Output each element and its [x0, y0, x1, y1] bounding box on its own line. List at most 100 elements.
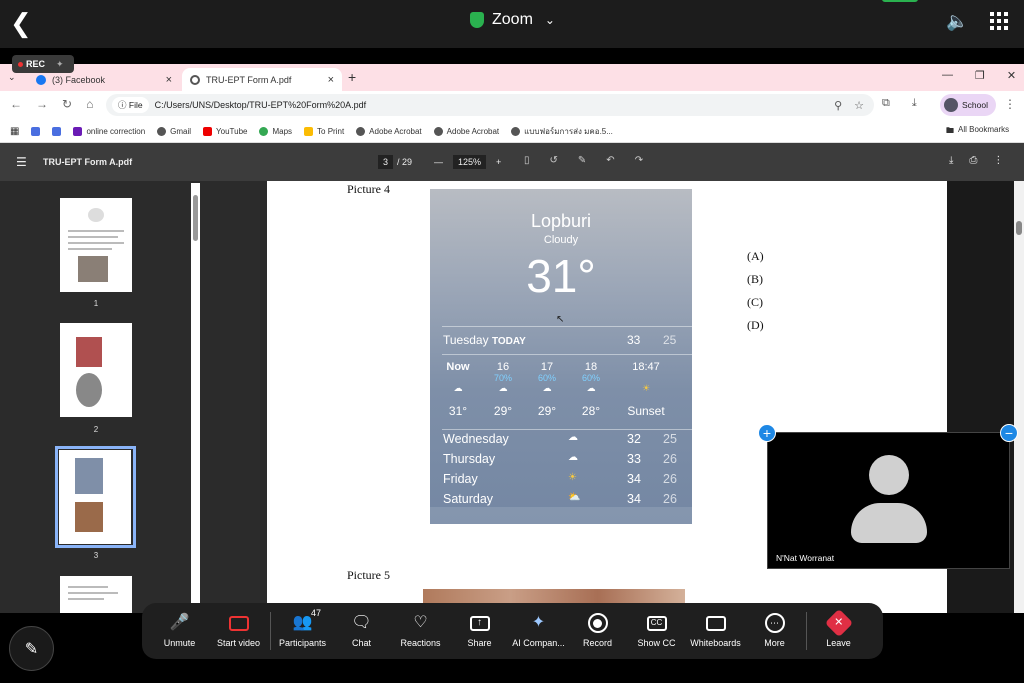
annotate-pencil-icon[interactable]: ✎ — [9, 626, 54, 671]
pdf-toolbar: ☰ TRU-EPT Form A.pdf 3 / 29 — 125% + ▯ ↺… — [0, 143, 1024, 181]
hamburger-menu-icon[interactable]: ☰ — [16, 155, 27, 169]
download-icon[interactable]: ⤓ — [912, 97, 917, 110]
bookmark-item[interactable] — [31, 127, 41, 136]
window-controls: — ❐ ✕ — [942, 69, 1016, 82]
address-bar[interactable]: ⓘ File C:/Users/UNS/Desktop/TRU-EPT%20Fo… — [106, 94, 874, 116]
print-icon[interactable]: ⎙ — [969, 155, 977, 166]
expand-video-icon[interactable]: + — [758, 424, 776, 442]
share-button[interactable]: ↑ Share — [450, 614, 509, 648]
close-icon[interactable]: × — [328, 74, 334, 86]
unmute-button[interactable]: 🎤 Unmute — [150, 614, 209, 648]
pdf-right-tools: ⤓ ⎙ ⋮ — [949, 155, 1003, 166]
bookmark-item[interactable]: YouTube — [203, 127, 247, 136]
participants-button[interactable]: 👥 47 Participants — [273, 608, 332, 648]
chat-button[interactable]: 🗨 Chat — [332, 614, 391, 648]
cc-icon: CC — [646, 614, 667, 632]
bookmark-item[interactable]: แบบฟอร์มการส่ง มคอ.5... — [511, 125, 613, 138]
bookmark-item[interactable]: Maps — [259, 127, 292, 136]
grid-view-icon[interactable] — [990, 12, 1008, 30]
nav-buttons: ← → ↻ ⌂ — [10, 97, 93, 111]
zoom-level[interactable]: 125% — [453, 155, 487, 169]
restore-icon[interactable]: ❐ — [975, 69, 985, 82]
page-thumbnail[interactable] — [60, 323, 132, 417]
meeting-controls: 🎤 Unmute Start video 👥 47 Participants 🗨… — [142, 603, 883, 659]
more-dots-icon: ⋯ — [764, 613, 785, 633]
divider — [442, 326, 692, 327]
zoom-lens-icon[interactable]: ⚲ — [834, 99, 842, 112]
extensions-icon[interactable]: ⧉ — [882, 97, 890, 110]
tab-label: TRU-EPT Form A.pdf — [206, 74, 292, 85]
weather-condition: Cloudy — [543, 234, 579, 246]
new-tab-button[interactable]: + — [348, 69, 356, 85]
leave-button[interactable]: ✕ Leave — [809, 608, 868, 648]
partly-sunny-icon: ⛅ — [568, 492, 581, 503]
meeting-title[interactable]: Zoom ⌄ — [470, 11, 555, 29]
rotate-icon[interactable]: ↺ — [550, 155, 558, 166]
sidebar-scrollbar[interactable] — [191, 183, 200, 613]
page-indicator: 3 / 29 — [378, 155, 412, 169]
redo-icon[interactable]: ↷ — [635, 155, 643, 166]
bookmark-item[interactable]: Adobe Acrobat — [356, 127, 422, 136]
more-icon[interactable]: ⋮ — [993, 155, 1003, 166]
rec-label: REC — [26, 59, 46, 69]
thumbnail-label: 2 — [93, 425, 99, 434]
recording-badge[interactable]: REC ✦ — [12, 55, 74, 73]
participant-video-tile[interactable]: N'Nat Worranat — [767, 432, 1010, 569]
apps-icon[interactable]: ▦ — [10, 126, 19, 137]
picture-5-label: Picture 5 — [347, 568, 390, 582]
browser-tab-bar: ⌄ (3) Facebook × TRU-EPT Form A.pdf × + … — [0, 64, 1024, 91]
record-icon — [587, 613, 608, 633]
close-icon[interactable]: × — [166, 74, 172, 86]
more-button[interactable]: ⋯ More — [745, 613, 804, 648]
rain-cloud-icon: ☁ — [568, 432, 578, 443]
file-chip[interactable]: ⓘ File — [112, 97, 149, 113]
show-cc-button[interactable]: CC Show CC — [627, 614, 686, 648]
zoom-controls: — 125% + — [434, 155, 501, 169]
forward-icon[interactable]: → — [36, 97, 48, 111]
home-icon[interactable]: ⌂ — [86, 97, 93, 111]
bookmark-star-icon[interactable]: ☆ — [854, 99, 864, 112]
start-video-button[interactable]: Start video — [209, 614, 268, 648]
zoom-in-icon[interactable]: + — [496, 157, 501, 167]
bookmark-item[interactable]: To Print — [304, 127, 344, 136]
browser-menu-icon[interactable]: ⋮ — [1004, 97, 1016, 111]
thumbnail-label: 1 — [93, 299, 99, 308]
url-text[interactable]: C:/Users/UNS/Desktop/TRU-EPT%20Form%20A.… — [155, 100, 367, 110]
bookmark-item[interactable]: Adobe Acrobat — [433, 127, 499, 136]
page-thumbnail[interactable] — [60, 576, 132, 613]
profile-button[interactable]: School — [940, 94, 996, 116]
page-number-input[interactable]: 3 — [378, 155, 394, 169]
all-bookmarks[interactable]: 🖿 All Bookmarks — [946, 125, 1009, 139]
page-thumbnail[interactable] — [59, 450, 131, 544]
reload-icon[interactable]: ↻ — [62, 97, 72, 111]
picture-4-label: Picture 4 — [347, 182, 390, 196]
rain-cloud-icon: ☁ — [498, 383, 508, 393]
minimize-video-icon[interactable]: − — [1000, 424, 1018, 442]
heart-icon: ♡ — [413, 614, 428, 631]
ai-companion-button[interactable]: ✦ AI Compan... — [509, 614, 568, 648]
profile-label: School — [962, 100, 988, 110]
whiteboards-button[interactable]: Whiteboards — [686, 614, 745, 648]
page-thumbnail[interactable] — [60, 198, 132, 292]
bookmark-item[interactable]: online correction — [73, 127, 145, 136]
page-scrollbar[interactable] — [1014, 181, 1024, 613]
speaker-bluetooth-icon[interactable]: 🔈 — [946, 11, 968, 32]
download-icon[interactable]: ⤓ — [949, 155, 953, 166]
back-arrow-icon[interactable]: ❮ — [10, 8, 32, 39]
close-window-icon[interactable]: ✕ — [1007, 69, 1016, 82]
avatar-head — [869, 455, 909, 495]
reactions-button[interactable]: ♡ Reactions — [391, 614, 450, 648]
zoom-out-icon[interactable]: — — [434, 157, 443, 167]
bookmark-item[interactable]: Gmail — [157, 127, 191, 136]
video-off-icon — [228, 614, 249, 632]
tab-pdf[interactable]: TRU-EPT Form A.pdf × — [182, 68, 342, 91]
fit-page-icon[interactable]: ▯ — [524, 155, 530, 166]
minimize-icon[interactable]: — — [942, 69, 953, 82]
undo-icon[interactable]: ↶ — [606, 155, 614, 166]
record-button[interactable]: Record — [568, 613, 627, 648]
draw-icon[interactable]: ✎ — [578, 155, 586, 166]
page-total: / 29 — [397, 157, 413, 167]
back-icon[interactable]: ← — [10, 97, 22, 111]
tab-search-icon[interactable]: ⌄ — [8, 72, 16, 83]
bookmark-item[interactable] — [52, 127, 62, 136]
